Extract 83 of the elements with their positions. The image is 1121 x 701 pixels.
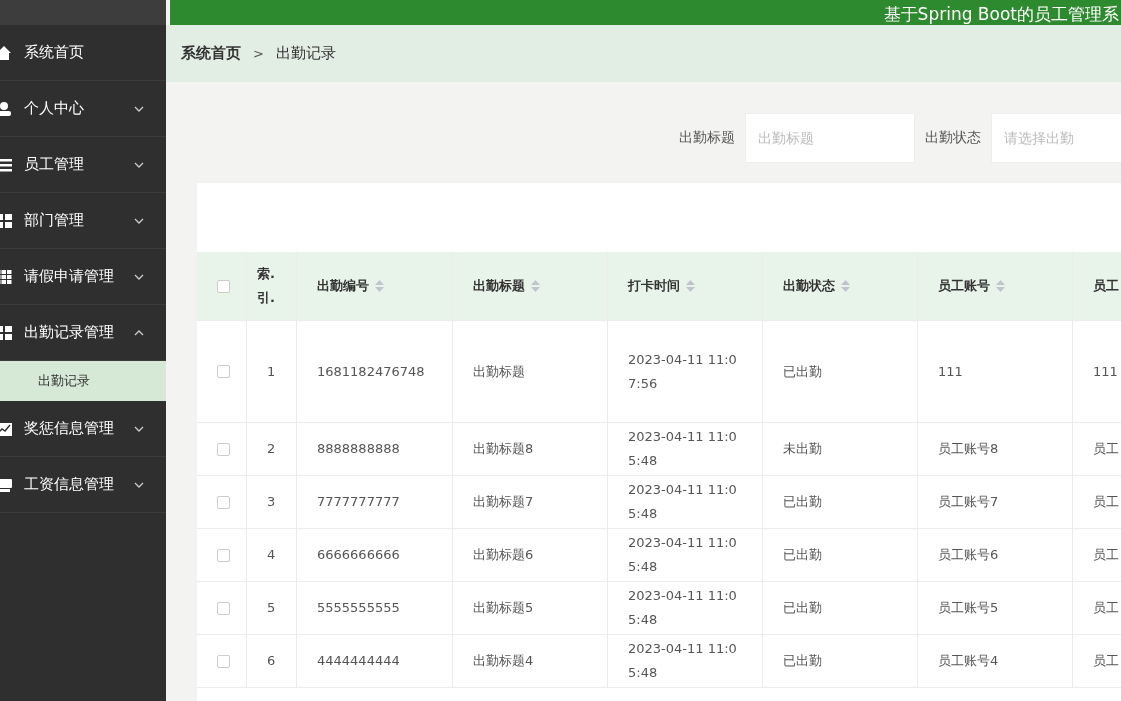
table-cell-text: 2023-04-11 11:07:56 (628, 350, 738, 393)
table-cell-text: 6 (267, 652, 276, 670)
chevron-icon (134, 329, 144, 336)
table-cell-text: 出勤标题6 (473, 546, 534, 564)
table-cell-text: 已出勤 (783, 493, 822, 511)
table-cell-text: 2023-04-11 11:05:48 (628, 640, 738, 682)
table-cell-text: 员工 (1093, 546, 1119, 564)
app-title: 基于Spring Boot的员工管理系 (883, 3, 1119, 25)
table-cell-text: 出勤标题4 (473, 652, 534, 670)
chevron-icon (134, 273, 144, 280)
checkbox[interactable] (217, 279, 230, 293)
table-icon (0, 268, 12, 285)
home-icon (0, 44, 12, 61)
table-cell-text: 已出勤 (783, 362, 822, 381)
table-cell-text: 1 (267, 362, 276, 381)
sort-icon[interactable] (686, 280, 695, 292)
table-cell-text: 111 (938, 362, 963, 381)
chevron-icon (134, 217, 144, 224)
table-cell-text: 4 (267, 546, 276, 564)
table-cell-text: 员工 (1093, 440, 1119, 458)
table-cell-text: 员工 (1093, 493, 1119, 511)
checkbox[interactable] (217, 495, 230, 509)
user-icon (0, 100, 12, 117)
table-cell-text: 员工账号6 (938, 546, 999, 564)
table-cell-text: 未出勤 (783, 440, 822, 458)
table-cell-text: 111 (1093, 362, 1118, 381)
grid-icon (0, 212, 12, 229)
table-cell-text: 2023-04-11 11:05:48 (628, 534, 738, 576)
breadcrumb-separator: > (253, 46, 264, 61)
table-cell-text: 出勤标题8 (473, 440, 534, 458)
column-header[interactable]: 出勤状态 (783, 274, 835, 298)
table-cell-text: 出勤标题 (473, 362, 525, 381)
table-cell-text: 员工账号5 (938, 599, 999, 617)
column-header[interactable]: 打卡时间 (628, 274, 680, 298)
table-cell-text: 已出勤 (783, 599, 822, 617)
field-label: 出勤状态 (925, 129, 981, 147)
field-label: 出勤标题 (679, 129, 735, 147)
checkbox[interactable] (217, 548, 230, 562)
checkbox[interactable] (217, 442, 230, 456)
checkbox[interactable] (217, 365, 230, 378)
table-cell-text: 员工 (1093, 652, 1119, 670)
table-cell-text: 员工账号8 (938, 440, 999, 458)
sort-icon[interactable] (375, 280, 384, 292)
table-cell-text: 2023-04-11 11:05:48 (628, 587, 738, 629)
table-cell-text: 7777777777 (317, 493, 400, 511)
table-cell-text: 出勤标题7 (473, 493, 534, 511)
grid-icon (0, 324, 12, 341)
table-cell-text: 4444444444 (317, 652, 400, 670)
breadcrumb-link[interactable]: 系统首页 (181, 44, 241, 63)
table-cell-text: 员工账号4 (938, 652, 999, 670)
table-cell-text: 员工 (1093, 599, 1119, 617)
table-cell-text: 已出勤 (783, 546, 822, 564)
table-cell-text: 6666666666 (317, 546, 400, 564)
table-cell-text: 出勤标题5 (473, 599, 534, 617)
column-header: 员工 (1093, 277, 1119, 295)
search-field[interactable]: 出勤标题 (745, 113, 915, 163)
box-icon (0, 476, 12, 493)
sort-icon[interactable] (531, 280, 540, 292)
column-header[interactable]: 出勤编号 (317, 274, 369, 298)
table-cell-text: 2023-04-11 11:05:48 (628, 428, 738, 470)
checkbox[interactable] (217, 654, 230, 668)
chevron-icon (134, 481, 144, 488)
sort-icon[interactable] (841, 280, 850, 292)
table-cell-text: 2 (267, 440, 276, 458)
table-cell-text: 3 (267, 493, 276, 511)
table-cell-text: 已出勤 (783, 652, 822, 670)
list-icon (0, 156, 12, 173)
submenu-item[interactable]: 出勤记录 (0, 361, 166, 401)
chevron-icon (134, 161, 144, 168)
column-header[interactable]: 出勤标题 (473, 274, 525, 298)
chevron-icon (134, 425, 144, 432)
table-cell-text: 5 (267, 599, 276, 617)
table-cell-text: 2023-04-11 11:05:48 (628, 481, 738, 523)
chevron-icon (134, 105, 144, 112)
table-cell-text: 1681182476748 (317, 362, 425, 381)
checkbox[interactable] (217, 601, 230, 615)
column-header[interactable]: 员工账号 (938, 274, 990, 298)
sort-icon[interactable] (996, 280, 1005, 292)
table-cell-text: 5555555555 (317, 599, 400, 617)
column-header: 索.引. (257, 265, 276, 307)
table-cell-text: 8888888888 (317, 440, 400, 458)
table-cell-text: 员工账号7 (938, 493, 999, 511)
search-field[interactable]: 请选择出勤 (991, 113, 1121, 163)
